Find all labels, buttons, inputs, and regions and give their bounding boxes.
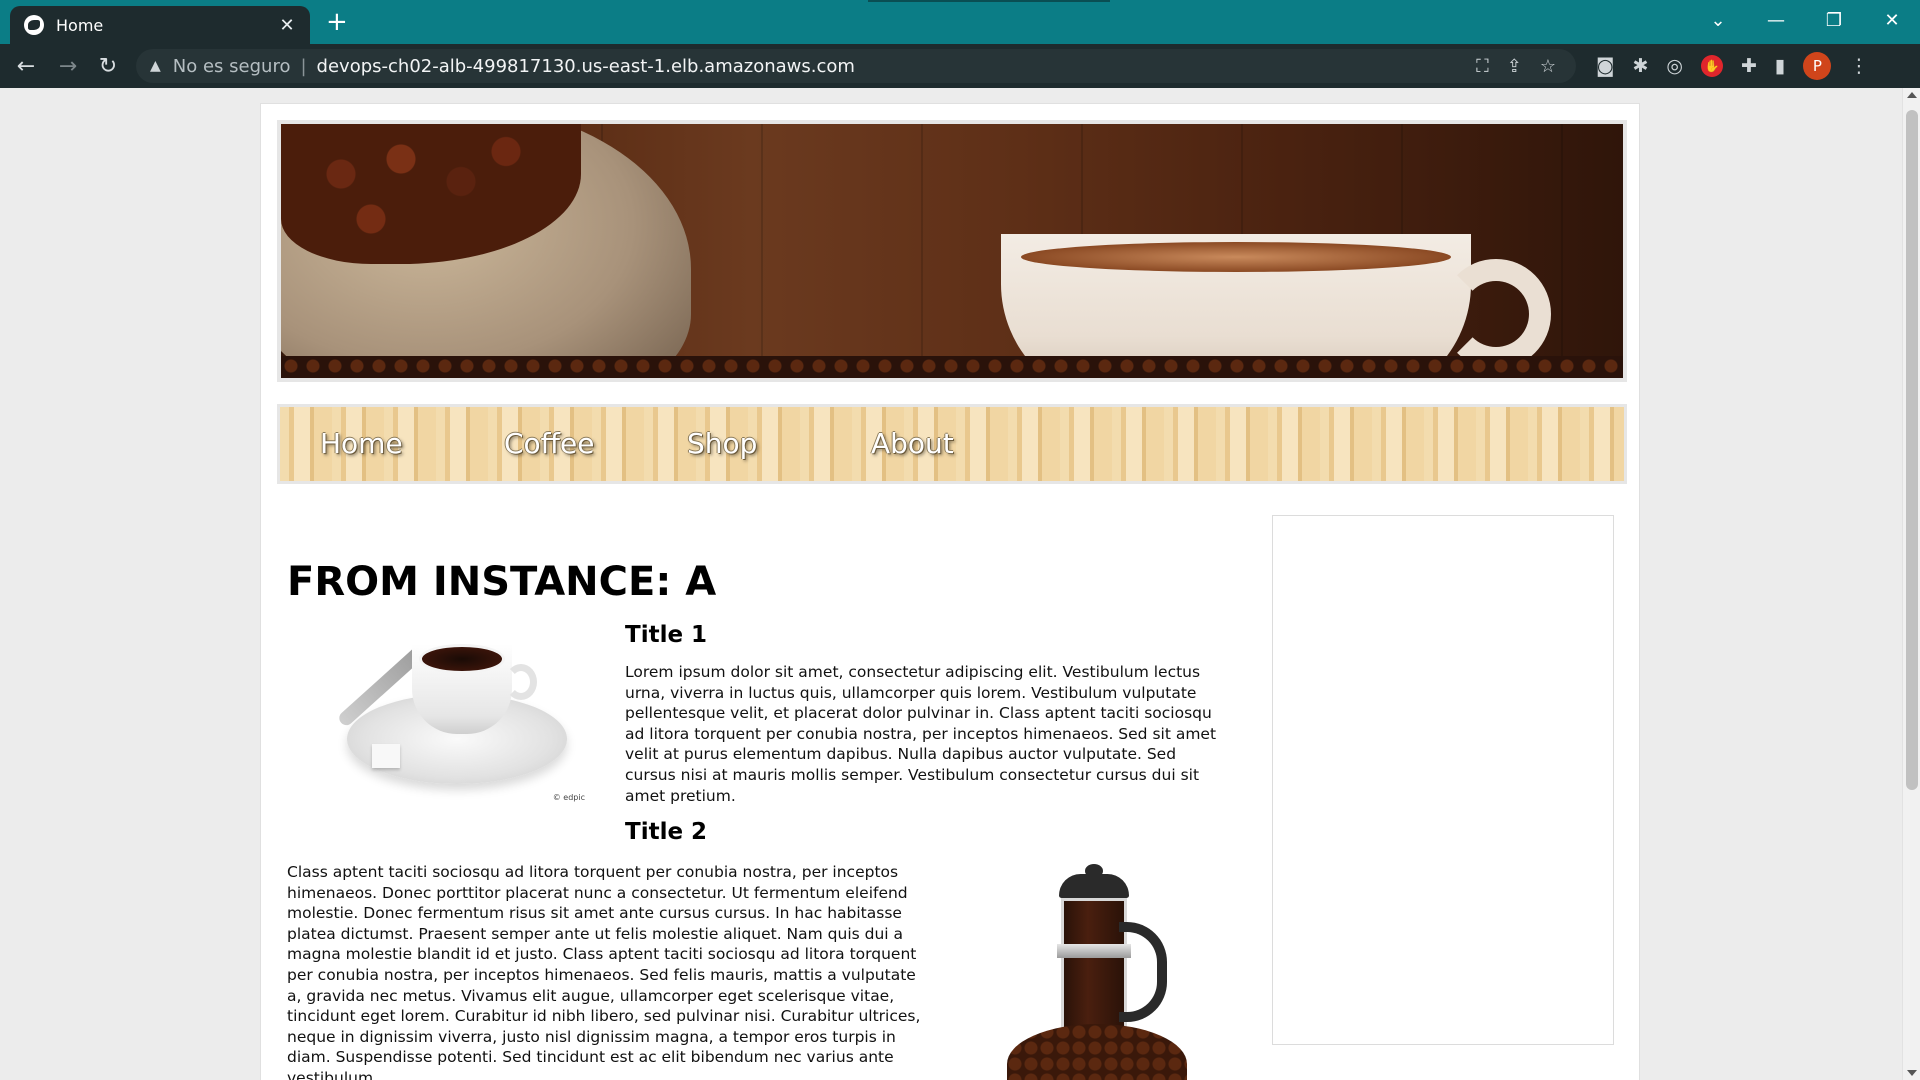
- nav-shop[interactable]: Shop: [687, 427, 757, 460]
- section-title-1: Title 1: [625, 622, 708, 648]
- scroll-down-arrow-icon[interactable]: [1907, 1070, 1917, 1076]
- bookmark-star-icon[interactable]: ☆: [1540, 56, 1556, 77]
- extension-icons: ◙ ✱ ◎ ✋ ✚ ▮ P ⋮: [1596, 50, 1868, 82]
- nav-home[interactable]: Home: [320, 427, 403, 460]
- scroll-up-arrow-icon[interactable]: [1907, 92, 1917, 98]
- back-arrow-icon[interactable]: ←: [10, 50, 42, 82]
- browser-toolbar: ← → ↻ ▲ No es seguro | devops-ch02-alb-4…: [0, 44, 1920, 88]
- sidebar-panel: [1272, 515, 1614, 1045]
- side-panel-icon[interactable]: ▮: [1775, 55, 1785, 77]
- url-text[interactable]: devops-ch02-alb-499817130.us-east-1.elb.…: [317, 56, 855, 77]
- target-extension-icon[interactable]: ◎: [1666, 55, 1683, 77]
- hand-extension-icon[interactable]: ✋: [1700, 55, 1723, 77]
- french-press-image: [987, 864, 1207, 1080]
- page-title: FROM INSTANCE: A: [287, 559, 717, 605]
- tab-strip: Home ✕ + ⌄ — ❐ ✕: [0, 0, 1920, 44]
- close-window-button[interactable]: ✕: [1864, 0, 1920, 40]
- tab-strip-indicator: [868, 0, 1110, 2]
- address-bar[interactable]: ▲ No es seguro | devops-ch02-alb-4998171…: [136, 49, 1576, 83]
- bug-extension-icon[interactable]: ✱: [1632, 55, 1648, 77]
- scrollbar-thumb[interactable]: [1906, 110, 1918, 790]
- coffee-cup-image: © edpic: [327, 634, 587, 802]
- header-banner-image: [277, 120, 1627, 382]
- camera-extension-icon[interactable]: ◙: [1596, 55, 1614, 77]
- menu-dots-icon[interactable]: ⋮: [1849, 55, 1868, 77]
- new-tab-button[interactable]: +: [326, 7, 348, 37]
- page-viewport: Home Coffee Shop About FROM INSTANCE: A …: [0, 88, 1920, 1080]
- tab-title: Home: [56, 15, 104, 35]
- nav-about[interactable]: About: [871, 427, 954, 460]
- tab-home[interactable]: Home ✕: [10, 6, 310, 44]
- forward-arrow-icon[interactable]: →: [52, 50, 84, 82]
- reload-icon[interactable]: ↻: [92, 50, 124, 82]
- close-tab-icon[interactable]: ✕: [278, 15, 296, 36]
- section-body-1: Lorem ipsum dolor sit amet, consectetur …: [625, 663, 1217, 805]
- site-container: Home Coffee Shop About FROM INSTANCE: A …: [260, 103, 1640, 1080]
- security-label[interactable]: No es seguro: [173, 56, 291, 77]
- puzzle-extensions-icon[interactable]: ✚: [1741, 55, 1757, 77]
- profile-avatar[interactable]: P: [1803, 52, 1832, 80]
- address-separator: |: [300, 55, 307, 77]
- restore-button[interactable]: ❐: [1806, 0, 1862, 40]
- minimize-button[interactable]: —: [1748, 0, 1804, 40]
- omnibox-actions: ⛶ ⇪ ☆: [1476, 49, 1556, 83]
- section-body-2: Class aptent taciti sociosqu ad litora t…: [287, 863, 921, 1080]
- share-icon[interactable]: ⇪: [1507, 56, 1522, 77]
- tab-search-icon[interactable]: ⌄: [1690, 0, 1746, 40]
- nav-coffee[interactable]: Coffee: [504, 427, 594, 460]
- section-title-2: Title 2: [625, 819, 708, 845]
- image-credit: © edpic: [552, 793, 585, 802]
- globe-icon: [24, 15, 44, 35]
- warning-triangle-icon[interactable]: ▲: [150, 58, 161, 74]
- main-nav: Home Coffee Shop About: [277, 404, 1627, 484]
- page-scrollbar[interactable]: [1902, 88, 1920, 1080]
- translate-icon[interactable]: ⛶: [1476, 56, 1489, 77]
